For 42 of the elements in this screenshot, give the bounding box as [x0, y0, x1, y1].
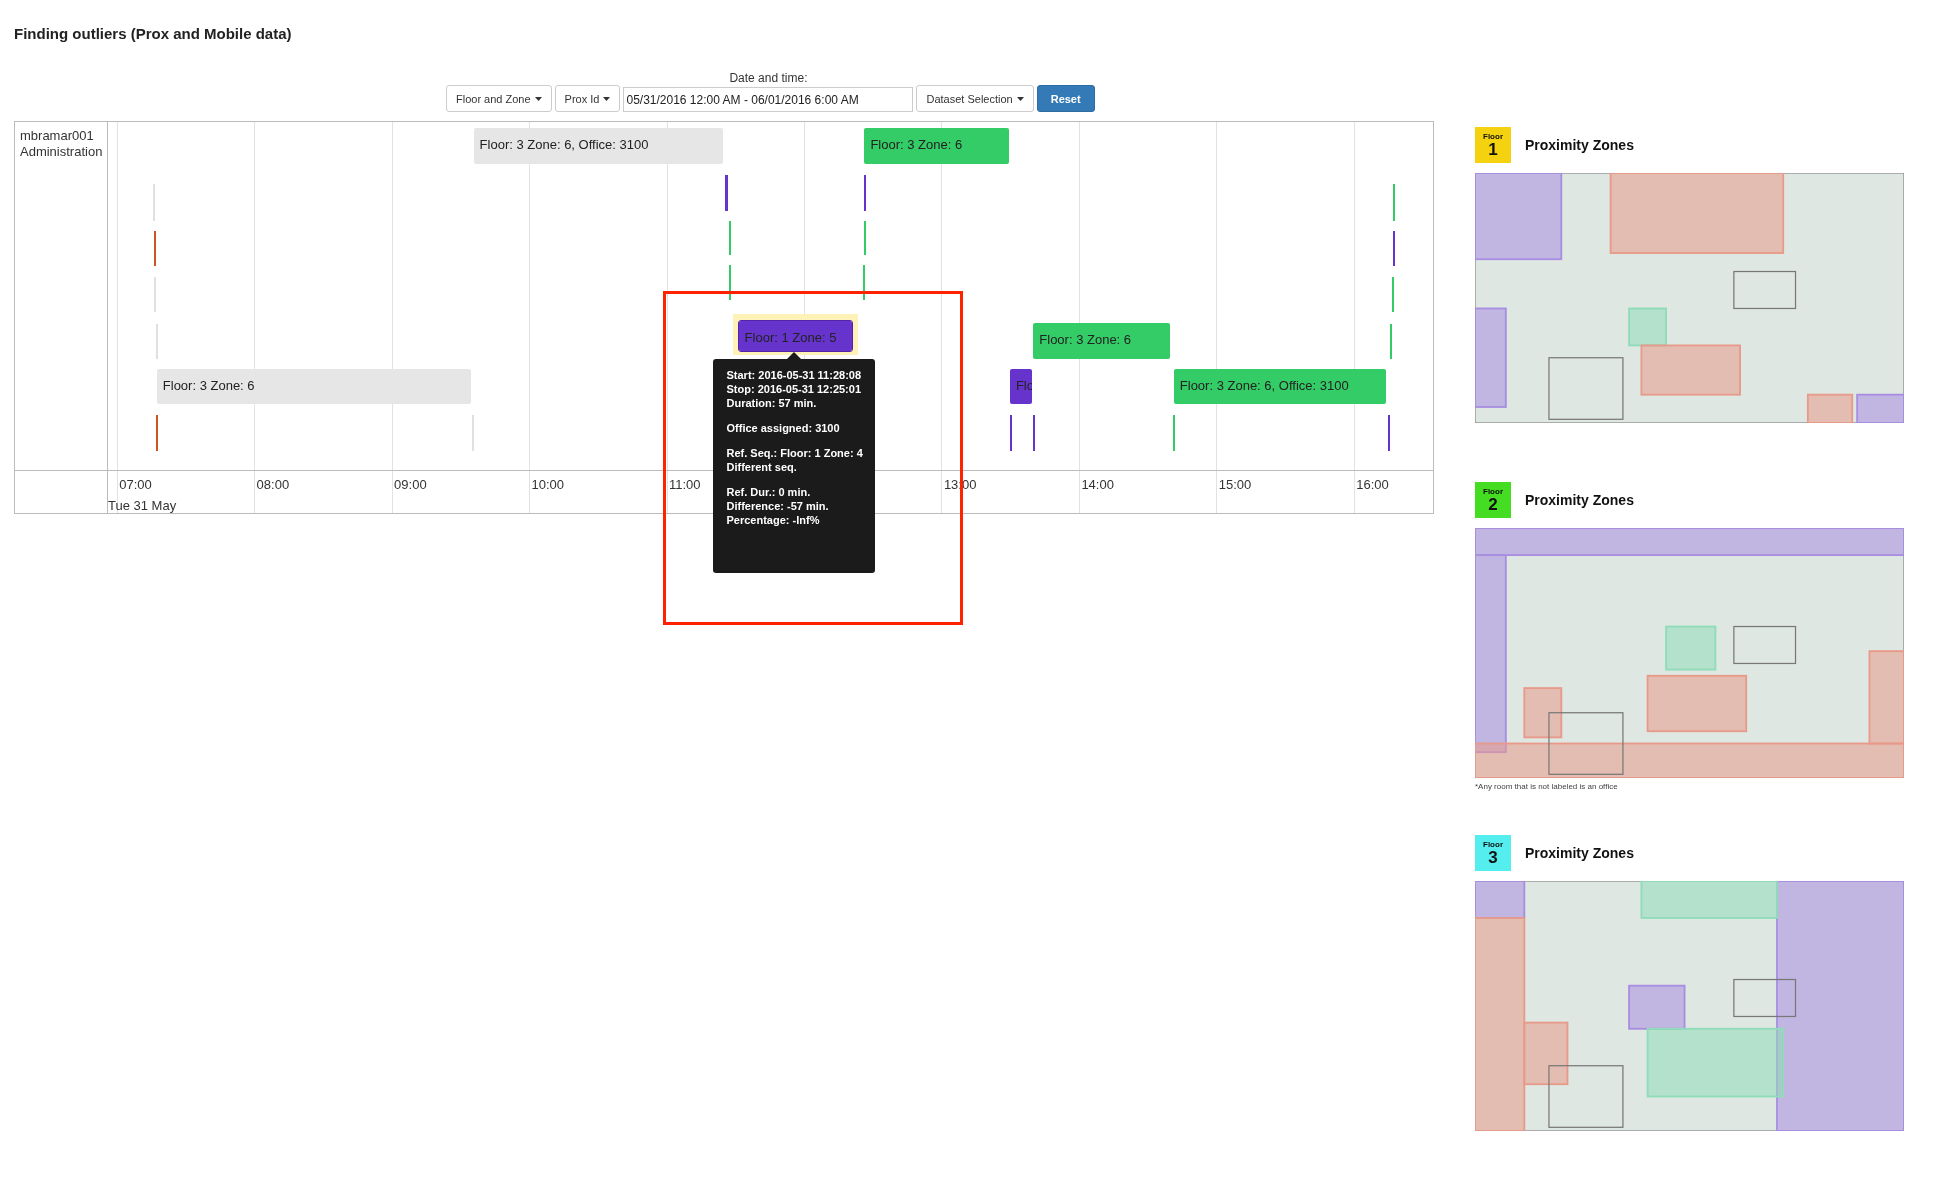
hour-label: 09:00: [394, 477, 427, 492]
caret-icon: [534, 96, 542, 101]
hour-label: 16:00: [1356, 477, 1389, 492]
hour-label: 11:00: [669, 477, 701, 492]
timeline-bar[interactable]: Floor: 3 Zone: 6, Office: 3100: [473, 128, 723, 164]
tooltip-line: Ref. Dur.: 0 min.: [726, 485, 812, 498]
hour-label: 14:00: [1081, 477, 1114, 492]
reset-button[interactable]: Reset: [1036, 85, 1095, 112]
hour-label: 08:00: [256, 477, 290, 492]
caret-icon: [1016, 96, 1024, 101]
filter-dropdown[interactable]: Prox Id: [554, 85, 621, 112]
tooltip-line: Stop: 2016-05-31 12:25:01: [726, 382, 862, 395]
tooltip-line: Ref. Seq.: Floor: 1 Zone: 4: [726, 446, 862, 459]
filter-dropdown[interactable]: Floor and Zone: [446, 85, 552, 112]
floor-badge: Floor 1: [1475, 127, 1511, 163]
tooltip-line: Office assigned: 3100: [726, 421, 841, 434]
date-range-field[interactable]: 05/31/2016 12:00 AM - 06/01/2016 6:00 AM: [623, 87, 914, 112]
tooltip-line: Percentage: -Inf%: [726, 513, 821, 526]
hour-label: 15:00: [1218, 477, 1252, 492]
floor-badge: Floor 3: [1475, 835, 1511, 871]
tooltip-line: Start: 2016-05-31 11:28:08: [726, 368, 862, 381]
timeline-bar[interactable]: Floor: 3 Zone: 6: [864, 128, 1009, 164]
hour-label: 07:00: [119, 477, 152, 492]
floor-title: Proximity Zones: [1525, 137, 1634, 153]
tooltip-line: Difference: -57 min.: [726, 499, 830, 512]
floor-title: Proximity Zones: [1525, 492, 1634, 508]
tooltip-line: Duration: 57 min.: [726, 396, 818, 409]
footnote: *Any room that is not labeled is an office: [1475, 782, 1619, 791]
hour-label: 10:00: [531, 477, 565, 492]
caret-icon: [603, 96, 611, 101]
timeline-bar[interactable]: Floor: 3 Zone: 6: [156, 368, 472, 405]
timeline-bar[interactable]: Floor: 3 Zone: 6: [1033, 322, 1171, 359]
person-label: Administration: [20, 144, 103, 160]
floor-badge: Floor 2: [1475, 482, 1511, 518]
field-label: Date and time:: [729, 71, 808, 85]
person-label: mbramar001: [20, 128, 95, 144]
dataset-dropdown[interactable]: Dataset Selection: [916, 85, 1034, 112]
page-title: Finding outliers (Prox and Mobile data): [14, 25, 293, 42]
date-label: Tue 31 May: [108, 498, 177, 513]
tooltip-line: Different seq.: [726, 460, 798, 473]
timeline-bar[interactable]: Floor: 3 Zone: 6, Office: 3100: [1173, 368, 1386, 405]
floor-title: Proximity Zones: [1525, 845, 1634, 861]
